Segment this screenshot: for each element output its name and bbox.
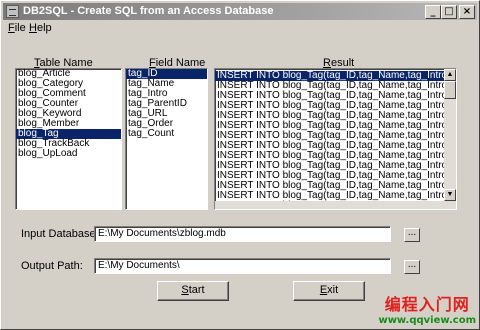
- scroll-up-icon[interactable]: ▲: [444, 69, 456, 81]
- minimize-button[interactable]: _: [425, 5, 441, 19]
- field-list[interactable]: tag_ID tag_Name tag_Intro tag_ParentID tag_U…: [125, 68, 208, 210]
- input-database-field[interactable]: E:\My Documents\zblog.mdb: [94, 226, 391, 242]
- result-list[interactable]: INSERT INTO blog_Tag(tag_ID,tag_Name,tag…: [214, 68, 457, 210]
- menu-file-mnemonic: F: [8, 22, 15, 34]
- input-database-label: Input Database:: [21, 228, 99, 240]
- menu-help-mnemonic: H: [29, 22, 37, 34]
- window-title: DB2SQL - Create SQL from an Access Datab…: [23, 5, 274, 17]
- output-path-browse-button[interactable]: ...: [404, 260, 420, 274]
- output-path-label: Output Path:: [21, 260, 83, 272]
- start-label: tart: [188, 284, 205, 296]
- app-window: DB2SQL - Create SQL from an Access Datab…: [0, 0, 480, 330]
- title-bar[interactable]: DB2SQL - Create SQL from an Access Datab…: [3, 3, 477, 20]
- start-button[interactable]: Start: [157, 281, 229, 301]
- close-button[interactable]: ×: [459, 5, 475, 19]
- app-icon: [6, 5, 19, 18]
- result-horizontal-scrollbar[interactable]: [215, 201, 444, 209]
- exit-label: xit: [327, 284, 339, 296]
- exit-button[interactable]: Exit: [293, 281, 365, 301]
- watermark: 编程入门网 www.qqview.com: [378, 291, 476, 326]
- menu-file-label: ile: [14, 22, 26, 34]
- menu-file[interactable]: File: [8, 22, 26, 34]
- field-list-item[interactable]: tag_Count: [126, 129, 207, 139]
- table-list-item[interactable]: blog_UpLoad: [16, 149, 121, 159]
- scroll-down-icon[interactable]: ▼: [444, 189, 456, 201]
- menu-help-label: elp: [36, 22, 52, 34]
- input-database-browse-button[interactable]: ...: [404, 228, 420, 242]
- maximize-button[interactable]: □: [441, 5, 457, 19]
- result-rows: INSERT INTO blog_Tag(tag_ID,tag_Name,tag…: [215, 71, 444, 201]
- scroll-thumb[interactable]: [444, 81, 456, 99]
- table-list[interactable]: blog_Article blog_Category blog_Comment blo…: [15, 68, 122, 210]
- output-path-field[interactable]: E:\My Documents\: [94, 258, 391, 274]
- result-vertical-scrollbar[interactable]: ▲ ▼: [444, 69, 456, 209]
- menu-help[interactable]: Help: [29, 22, 52, 34]
- watermark-url: www.qqview.com: [378, 315, 476, 326]
- start-mnemonic: S: [181, 284, 189, 296]
- watermark-title: 编程入门网: [384, 295, 470, 314]
